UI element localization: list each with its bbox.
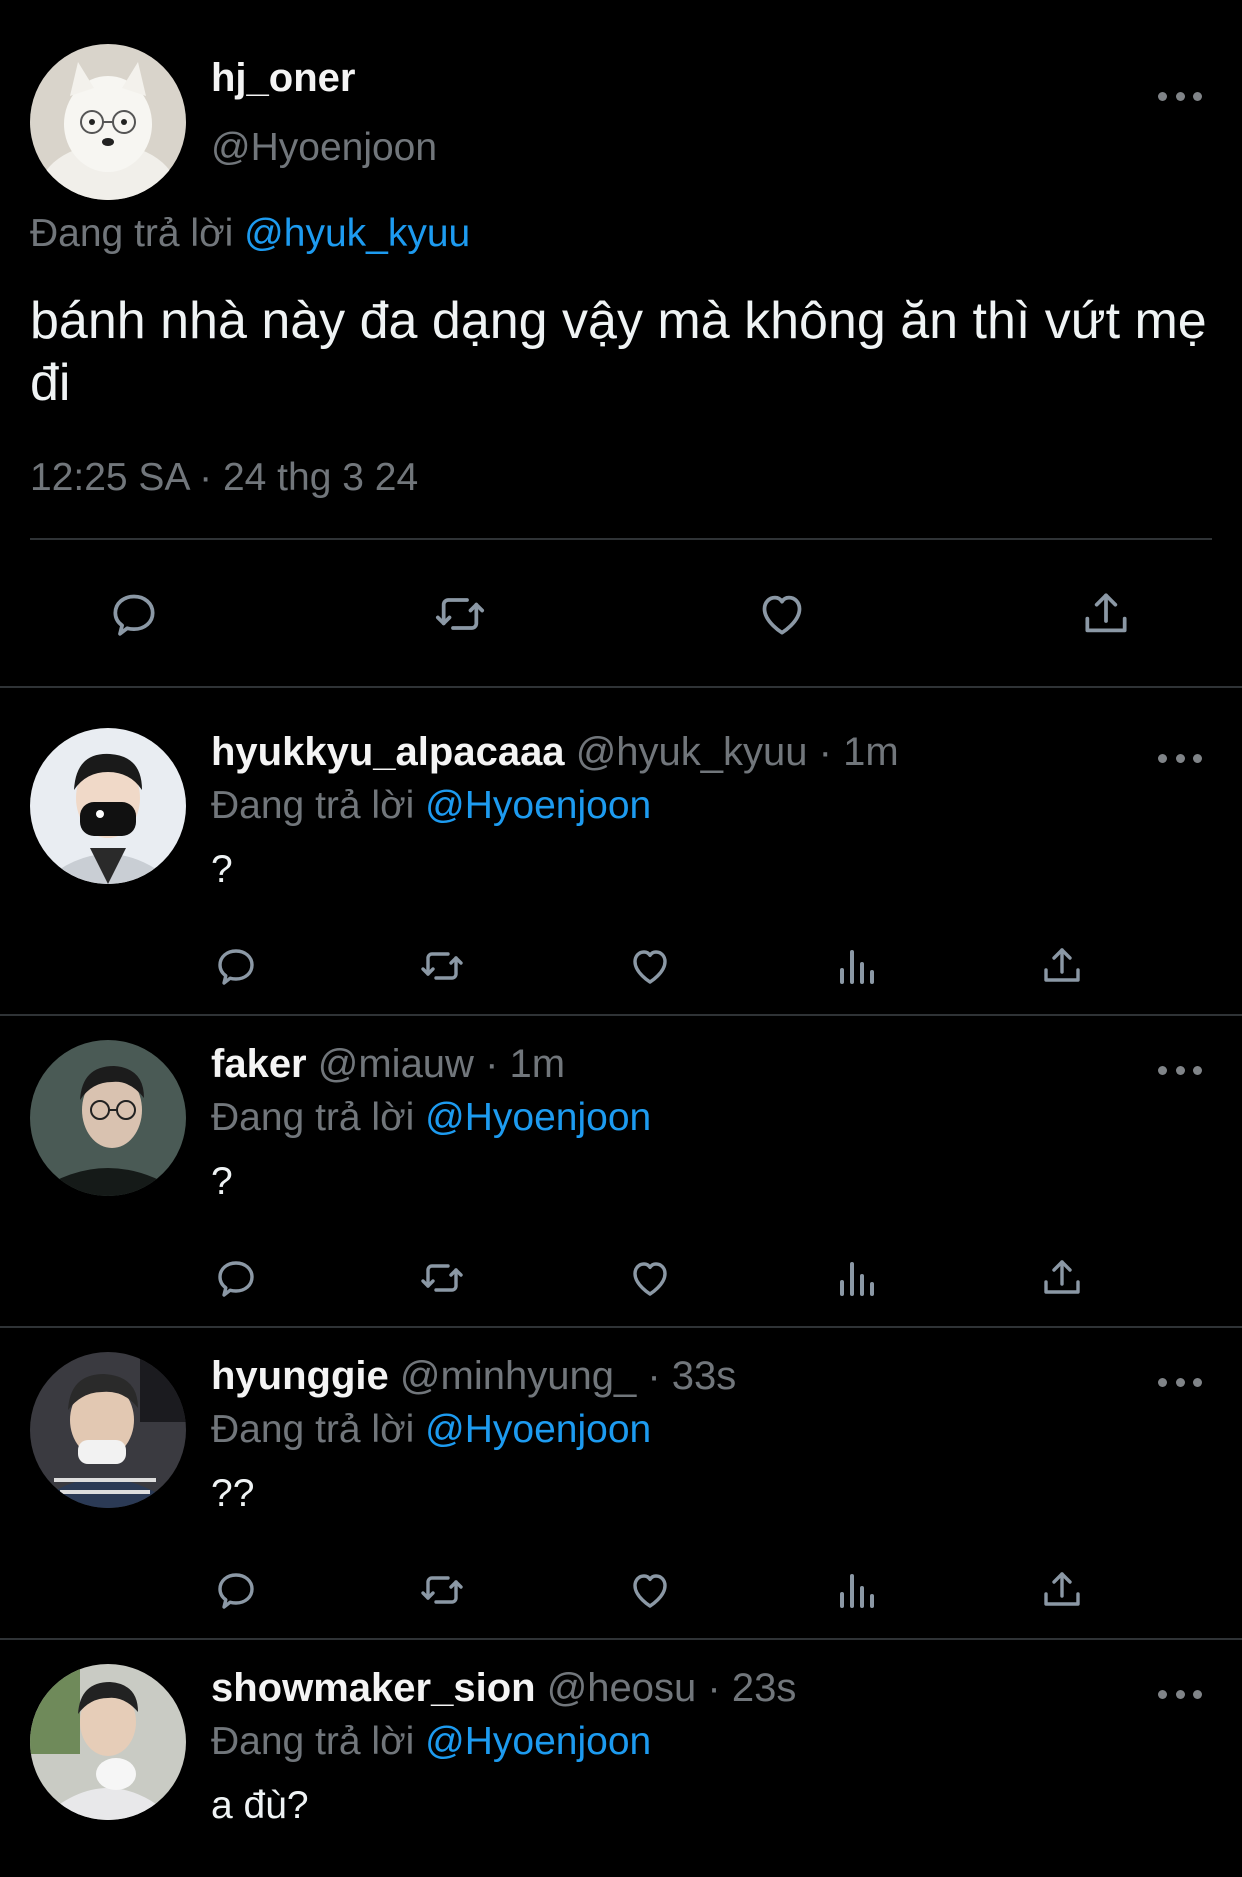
reply-handle[interactable]: @hyuk_kyuu [576,730,808,774]
replying-to-line: Đang trả lời @hyuk_kyuu [30,212,470,256]
reply-handle[interactable]: @miauw [318,1042,474,1086]
like-icon[interactable] [624,1564,676,1616]
reply-display-name[interactable]: hyukkyu_alpacaaa [211,730,565,774]
views-icon[interactable] [830,1252,882,1304]
reply-handle[interactable]: @heosu [547,1666,697,1710]
reply-icon[interactable] [104,584,164,644]
reply-tweet[interactable]: hyukkyu_alpacaaa @hyuk_kyuu · 1m Đang tr… [0,688,1242,1014]
replying-to-mention[interactable]: @Hyoenjoon [425,1720,651,1763]
avatar[interactable] [30,1352,186,1508]
author-display-name[interactable]: hj_oner [211,56,355,101]
more-options-icon[interactable] [1158,86,1202,106]
like-icon[interactable] [752,584,812,644]
author-handle[interactable]: @Hyoenjoon [211,126,437,170]
more-options-icon[interactable] [1158,748,1202,768]
reply-display-name[interactable]: hyunggie [211,1354,389,1398]
reply-time[interactable]: · 23s [707,1666,796,1710]
replying-to-line: Đang trả lời @Hyoenjoon [211,1720,651,1764]
avatar[interactable] [30,1664,186,1820]
reply-header: hyukkyu_alpacaaa @hyuk_kyuu · 1m [211,730,899,775]
reply-time[interactable]: · 1m [819,730,899,774]
avatar[interactable] [30,44,186,200]
more-options-icon[interactable] [1158,1060,1202,1080]
replying-prefix: Đang trả lời [211,784,415,827]
more-options-icon[interactable] [1158,1372,1202,1392]
divider [30,538,1212,540]
retweet-icon[interactable] [428,584,492,644]
replying-to-mention[interactable]: @Hyoenjoon [425,784,651,827]
reply-display-name[interactable]: showmaker_sion [211,1666,536,1710]
replying-to-line: Đang trả lời @Hyoenjoon [211,1096,651,1140]
reply-header: showmaker_sion @heosu · 23s [211,1666,796,1711]
retweet-icon[interactable] [414,1252,470,1304]
reply-header: faker @miauw · 1m [211,1042,565,1087]
replying-prefix: Đang trả lời [211,1720,415,1763]
reply-icon[interactable] [210,940,262,992]
tweet-text: bánh nhà này đa dạng vậy mà không ăn thì… [30,292,1207,412]
reply-time[interactable]: · 33s [647,1354,736,1398]
share-icon[interactable] [1036,1252,1088,1304]
replying-to-line: Đang trả lời @Hyoenjoon [211,1408,651,1452]
reply-text: ? [211,848,233,891]
reply-text: ? [211,1160,233,1203]
retweet-icon[interactable] [414,940,470,992]
replying-prefix: Đang trả lời [30,212,234,255]
tweet-timestamp[interactable]: 12:25 SA · 24 thg 3 24 [30,456,418,500]
replying-prefix: Đang trả lời [211,1408,415,1451]
reply-handle[interactable]: @minhyung_ [400,1354,636,1398]
replying-to-mention[interactable]: @Hyoenjoon [425,1408,651,1451]
views-icon[interactable] [830,940,882,992]
share-icon[interactable] [1036,940,1088,992]
like-icon[interactable] [624,940,676,992]
reply-time[interactable]: · 1m [485,1042,565,1086]
replying-to-mention[interactable]: @hyuk_kyuu [244,212,470,255]
reply-tweet[interactable]: showmaker_sion @heosu · 23s Đang trả lời… [0,1640,1242,1877]
avatar[interactable] [30,1040,186,1196]
avatar[interactable] [30,728,186,884]
replying-prefix: Đang trả lời [211,1096,415,1139]
like-icon[interactable] [624,1252,676,1304]
main-tweet: hj_oner @Hyoenjoon Đang trả lời @hyuk_ky… [0,0,1242,686]
share-icon[interactable] [1076,584,1136,644]
reply-icon[interactable] [210,1564,262,1616]
reply-tweet[interactable]: hyunggie @minhyung_ · 33s Đang trả lời @… [0,1328,1242,1638]
replying-to-mention[interactable]: @Hyoenjoon [425,1096,651,1139]
reply-text: ?? [211,1472,255,1515]
replying-to-line: Đang trả lời @Hyoenjoon [211,784,651,828]
reply-icon[interactable] [210,1252,262,1304]
reply-header: hyunggie @minhyung_ · 33s [211,1354,736,1399]
reply-display-name[interactable]: faker [211,1042,307,1086]
retweet-icon[interactable] [414,1564,470,1616]
more-options-icon[interactable] [1158,1684,1202,1704]
reply-text: a đù? [211,1784,309,1827]
views-icon[interactable] [830,1564,882,1616]
reply-tweet[interactable]: faker @miauw · 1m Đang trả lời @Hyoenjoo… [0,1016,1242,1326]
share-icon[interactable] [1036,1564,1088,1616]
